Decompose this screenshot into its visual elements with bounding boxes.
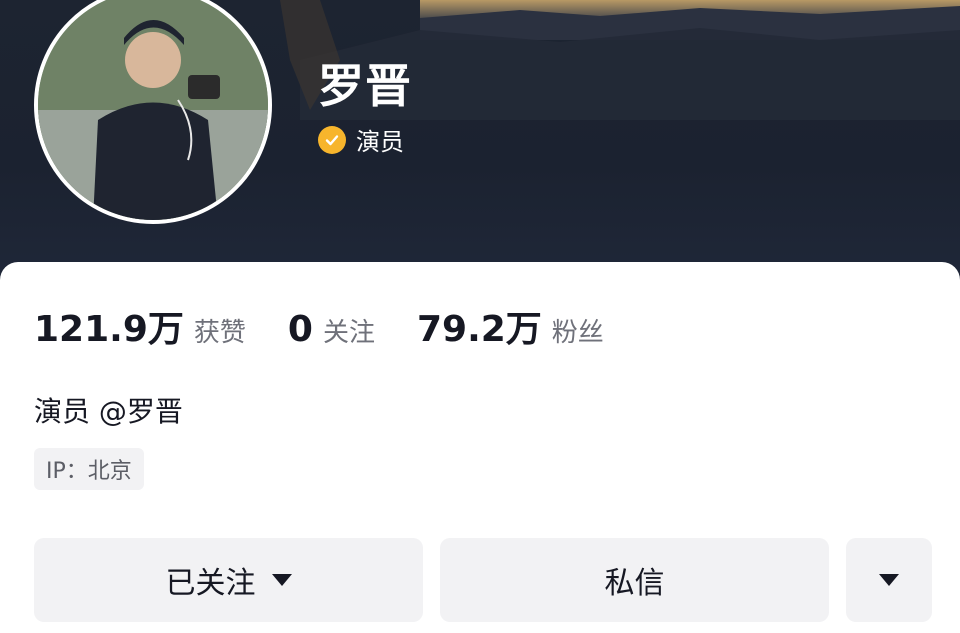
- caret-down-icon: [271, 574, 292, 586]
- more-options-button[interactable]: [846, 538, 932, 622]
- message-button[interactable]: 私信: [440, 538, 829, 622]
- stat-following[interactable]: 0 关注: [288, 309, 375, 350]
- stat-likes[interactable]: 121.9万 获赞: [34, 300, 246, 352]
- avatar-photo: [38, 0, 268, 220]
- following-label: 已关注: [165, 566, 256, 601]
- following-button[interactable]: 已关注: [34, 538, 423, 622]
- message-label: 私信: [604, 566, 665, 601]
- profile-card: 121.9万 获赞 0 关注 79.2万 粉丝 演员 @罗晋 IP：北京 已关注…: [0, 262, 960, 633]
- stat-value: 121.9万: [34, 309, 184, 350]
- caret-down-icon: [879, 574, 899, 586]
- verification: 演员: [318, 122, 404, 157]
- stat-label: 粉丝: [551, 318, 604, 348]
- stat-followers[interactable]: 79.2万 粉丝: [417, 300, 604, 352]
- verified-check-icon: [318, 125, 346, 154]
- bio-text: 演员 @罗晋: [34, 395, 183, 428]
- ip-location-tag: IP：北京: [34, 448, 144, 490]
- stat-label: 关注: [322, 318, 375, 348]
- verify-label: 演员: [356, 128, 404, 156]
- stat-value: 79.2万: [416, 309, 542, 350]
- profile-header: 罗晋 演员: [0, 0, 960, 300]
- stats-row: 121.9万 获赞 0 关注 79.2万 粉丝: [34, 300, 646, 352]
- profile-name: 罗晋: [318, 59, 412, 113]
- stat-value: 0: [287, 309, 313, 350]
- stat-label: 获赞: [193, 318, 246, 348]
